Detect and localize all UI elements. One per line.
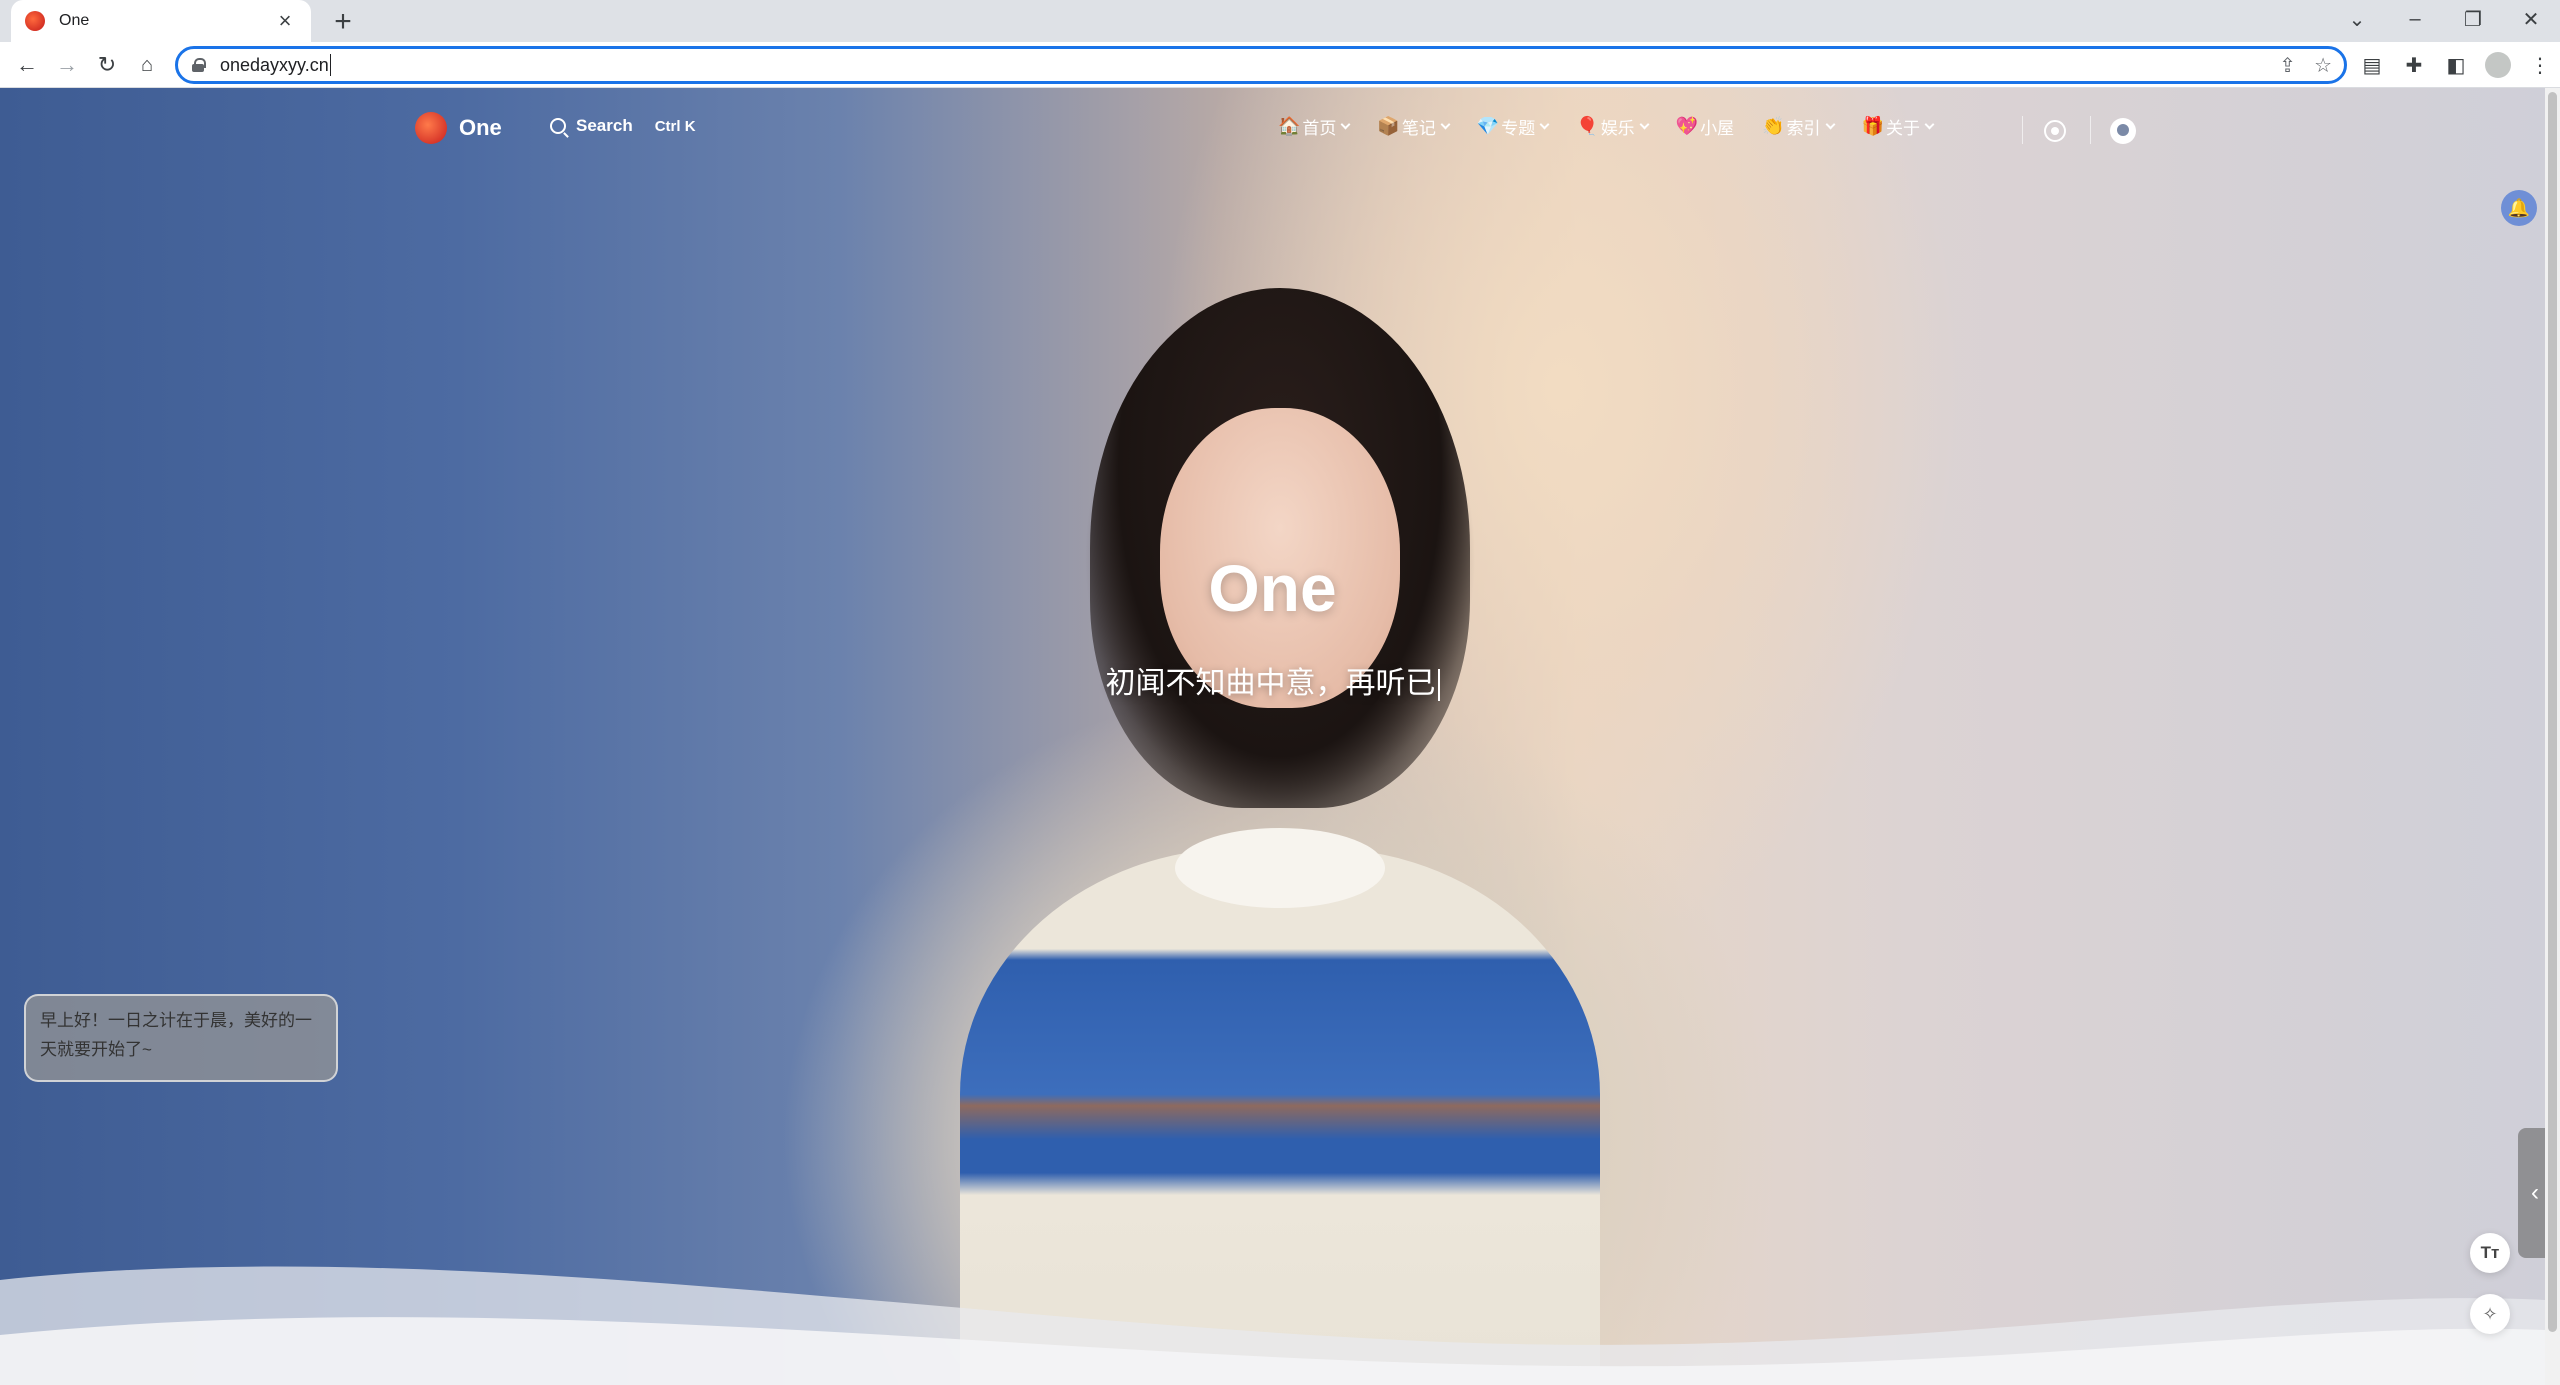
- profile-avatar-icon: [2485, 52, 2511, 78]
- menu-item-label: 笔记: [1401, 119, 1436, 138]
- home-icon: 🏠: [1278, 116, 1301, 136]
- forward-button[interactable]: →: [50, 48, 84, 82]
- site-favicon-icon: [25, 11, 45, 31]
- bookmark-star-icon[interactable]: ☆: [2314, 53, 2332, 78]
- typing-caret: [1437, 669, 1440, 702]
- tab-search-button[interactable]: ⌄: [2328, 0, 2386, 38]
- menu-item-label: 关于: [1885, 119, 1920, 138]
- browser-toolbar: ← → ↻ ⌂ onedayxyy.cn ⇪ ☆ ▤ ✚ ◧ ⋮: [0, 42, 2560, 88]
- close-window-button[interactable]: ✕: [2502, 0, 2560, 38]
- menu-item-label: 专题: [1501, 119, 1536, 138]
- gift-icon: 🎁: [1861, 116, 1884, 136]
- chevron-down-icon: [1440, 119, 1451, 130]
- hero-subtitle-text: 初闻不知曲中意，再听已: [1105, 667, 1436, 700]
- search-label: Search: [576, 116, 633, 135]
- site-navbar: One Search Ctrl K 🏠 首页 📦 笔记 💎 专题 🎈 娱乐 💖 …: [0, 88, 2545, 168]
- omnibox-actions: ⇪ ☆: [2279, 53, 2332, 78]
- lock-icon[interactable]: [192, 58, 206, 72]
- browser-menu-icon[interactable]: ⋮: [2523, 48, 2557, 82]
- restore-button[interactable]: ❐: [2444, 0, 2502, 38]
- close-tab-icon[interactable]: ×: [273, 9, 297, 33]
- brand-name: One: [459, 115, 502, 140]
- menu-item-label: 娱乐: [1600, 119, 1635, 138]
- extensions-puzzle-icon[interactable]: ✚: [2397, 48, 2431, 82]
- menu-item-label: 首页: [1302, 119, 1337, 138]
- github-icon[interactable]: [2110, 118, 2136, 144]
- clap-icon: 👏: [1762, 116, 1785, 136]
- chevron-down-icon: [1539, 119, 1550, 130]
- address-bar[interactable]: onedayxyy.cn ⇪ ☆: [175, 46, 2347, 84]
- menu-item-label: 小屋: [1700, 119, 1735, 138]
- reading-list-icon[interactable]: ▤: [2355, 48, 2389, 82]
- share-icon[interactable]: ⇪: [2279, 53, 2296, 78]
- menu-item-about[interactable]: 🎁 关于: [1861, 114, 1935, 139]
- text-caret: [329, 54, 331, 76]
- package-icon: 📦: [1377, 116, 1400, 136]
- hero-subtitle: 初闻不知曲中意，再听已: [0, 658, 2545, 702]
- hero-title: One: [1208, 551, 1337, 625]
- chevron-down-icon: [1924, 119, 1935, 130]
- menu-item-label: 索引: [1786, 119, 1821, 138]
- notification-bell-icon[interactable]: 🔔: [2501, 190, 2537, 226]
- brand-logo-icon: [415, 112, 447, 144]
- menu-item-home[interactable]: 🏠 首页: [1278, 114, 1351, 139]
- url-text[interactable]: onedayxyy.cn: [220, 55, 329, 76]
- balloon-icon: 🎈: [1576, 116, 1599, 136]
- search-button[interactable]: Search Ctrl K: [550, 116, 696, 136]
- chevron-down-icon: [1340, 119, 1351, 130]
- tab-strip: One × + ⌄ – ❐ ✕: [0, 0, 2560, 42]
- home-button[interactable]: ⌂: [130, 48, 164, 82]
- profile-button[interactable]: [2481, 48, 2515, 82]
- search-shortcut-hint: Ctrl K: [654, 117, 696, 135]
- search-icon: [550, 118, 566, 134]
- menu-item-entertainment[interactable]: 🎈 娱乐: [1576, 114, 1650, 139]
- chevron-down-icon: [1825, 119, 1835, 130]
- greeting-toast: 早上好！一日之计在于晨，美好的一天就要开始了~: [24, 994, 338, 1082]
- font-size-button[interactable]: Tт: [2470, 1233, 2510, 1273]
- scrollbar-thumb[interactable]: [2548, 92, 2557, 1332]
- hero-wave-divider: [0, 1266, 2545, 1385]
- chevron-down-icon: [1639, 119, 1650, 130]
- minimize-button[interactable]: –: [2386, 0, 2444, 38]
- nav-divider: [2022, 116, 2023, 144]
- extension-area: ▤ ✚ ◧ ⋮: [2355, 48, 2557, 82]
- menu-item-notes[interactable]: 📦 笔记: [1377, 114, 1451, 139]
- main-menu: 🏠 首页 📦 笔记 💎 专题 🎈 娱乐 💖 小屋 👏 索引 🎁 关于: [1278, 114, 1961, 139]
- menu-item-topics[interactable]: 💎 专题: [1476, 114, 1550, 139]
- page-scrollbar[interactable]: [2545, 88, 2560, 1385]
- page-viewport: One Search Ctrl K 🏠 首页 📦 笔记 💎 专题 🎈 娱乐 💖 …: [0, 88, 2545, 1385]
- tab-title: One: [59, 12, 90, 29]
- menu-item-index[interactable]: 👏 索引: [1762, 114, 1835, 139]
- heart-icon: 💖: [1675, 116, 1699, 136]
- hero-background-photo: [960, 248, 1600, 1385]
- side-panel-icon[interactable]: ◧: [2439, 48, 2473, 82]
- back-button[interactable]: ←: [10, 48, 44, 82]
- gem-icon: 💎: [1476, 116, 1500, 136]
- window-controls: ⌄ – ❐ ✕: [2328, 0, 2560, 38]
- sparkle-effect-icon[interactable]: ✧: [2470, 1294, 2510, 1334]
- new-tab-button[interactable]: +: [326, 6, 360, 40]
- theme-toggle-button[interactable]: [2044, 120, 2066, 142]
- site-brand[interactable]: One: [415, 112, 502, 144]
- side-drawer-toggle[interactable]: ‹: [2518, 1128, 2545, 1258]
- menu-item-cabin[interactable]: 💖 小屋: [1676, 114, 1734, 139]
- nav-divider: [2090, 116, 2091, 144]
- browser-tab[interactable]: One ×: [11, 0, 311, 42]
- reload-button[interactable]: ↻: [90, 48, 124, 82]
